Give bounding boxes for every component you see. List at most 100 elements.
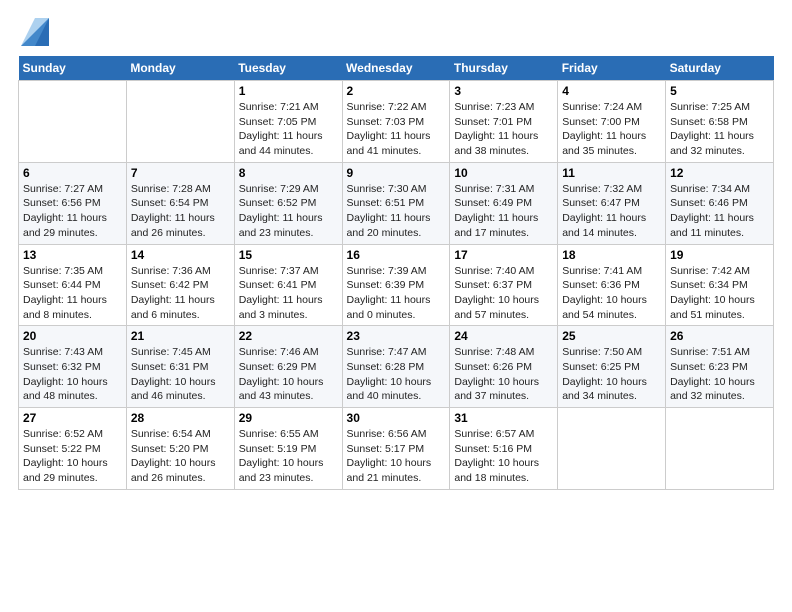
- cell-info: Sunrise: 7:22 AMSunset: 7:03 PMDaylight:…: [347, 100, 446, 159]
- cell-day-number: 25: [562, 329, 661, 343]
- calendar-cell: 8 Sunrise: 7:29 AMSunset: 6:52 PMDaylight…: [234, 162, 342, 244]
- cell-day-number: 26: [670, 329, 769, 343]
- weekday-header-thursday: Thursday: [450, 56, 558, 81]
- cell-day-number: 12: [670, 166, 769, 180]
- calendar-cell: 9 Sunrise: 7:30 AMSunset: 6:51 PMDaylight…: [342, 162, 450, 244]
- cell-info: Sunrise: 6:52 AMSunset: 5:22 PMDaylight:…: [23, 427, 122, 486]
- weekday-header-monday: Monday: [126, 56, 234, 81]
- cell-info: Sunrise: 7:35 AMSunset: 6:44 PMDaylight:…: [23, 264, 122, 323]
- cell-day-number: 16: [347, 248, 446, 262]
- cell-day-number: 20: [23, 329, 122, 343]
- cell-day-number: 31: [454, 411, 553, 425]
- cell-info: Sunrise: 7:45 AMSunset: 6:31 PMDaylight:…: [131, 345, 230, 404]
- cell-day-number: 24: [454, 329, 553, 343]
- calendar-cell: 31 Sunrise: 6:57 AMSunset: 5:16 PMDayligh…: [450, 408, 558, 490]
- cell-info: Sunrise: 7:46 AMSunset: 6:29 PMDaylight:…: [239, 345, 338, 404]
- calendar-cell: 4 Sunrise: 7:24 AMSunset: 7:00 PMDaylight…: [558, 81, 666, 163]
- cell-info: Sunrise: 7:29 AMSunset: 6:52 PMDaylight:…: [239, 182, 338, 241]
- cell-info: Sunrise: 7:39 AMSunset: 6:39 PMDaylight:…: [347, 264, 446, 323]
- weekday-header-row: SundayMondayTuesdayWednesdayThursdayFrid…: [19, 56, 774, 81]
- cell-info: Sunrise: 7:36 AMSunset: 6:42 PMDaylight:…: [131, 264, 230, 323]
- logo-icon: [21, 18, 49, 46]
- cell-day-number: 22: [239, 329, 338, 343]
- calendar-cell: 12Sunrise: 7:34 AMSunset: 6:46 PMDayligh…: [666, 162, 774, 244]
- week-row-5: 27 Sunrise: 6:52 AMSunset: 5:22 PMDayligh…: [19, 408, 774, 490]
- cell-day-number: 19: [670, 248, 769, 262]
- cell-info: Sunrise: 7:25 AMSunset: 6:58 PMDaylight:…: [670, 100, 769, 159]
- week-row-1: 1 Sunrise: 7:21 AMSunset: 7:05 PMDaylight…: [19, 81, 774, 163]
- cell-info: Sunrise: 7:21 AMSunset: 7:05 PMDaylight:…: [239, 100, 338, 159]
- page: SundayMondayTuesdayWednesdayThursdayFrid…: [0, 0, 792, 612]
- cell-info: Sunrise: 7:43 AMSunset: 6:32 PMDaylight:…: [23, 345, 122, 404]
- calendar-cell: 1 Sunrise: 7:21 AMSunset: 7:05 PMDaylight…: [234, 81, 342, 163]
- cell-day-number: 11: [562, 166, 661, 180]
- header: [18, 18, 774, 46]
- cell-info: Sunrise: 7:42 AMSunset: 6:34 PMDaylight:…: [670, 264, 769, 323]
- weekday-header-saturday: Saturday: [666, 56, 774, 81]
- cell-day-number: 8: [239, 166, 338, 180]
- calendar-cell: 30Sunrise: 6:56 AMSunset: 5:17 PMDayligh…: [342, 408, 450, 490]
- week-row-4: 20 Sunrise: 7:43 AMSunset: 6:32 PMDayligh…: [19, 326, 774, 408]
- cell-day-number: 18: [562, 248, 661, 262]
- cell-info: Sunrise: 7:32 AMSunset: 6:47 PMDaylight:…: [562, 182, 661, 241]
- cell-day-number: 23: [347, 329, 446, 343]
- cell-info: Sunrise: 7:30 AMSunset: 6:51 PMDaylight:…: [347, 182, 446, 241]
- calendar-cell: 10 Sunrise: 7:31 AMSunset: 6:49 PMDayligh…: [450, 162, 558, 244]
- calendar-cell: [19, 81, 127, 163]
- calendar-cell: 6Sunrise: 7:27 AMSunset: 6:56 PMDaylight…: [19, 162, 127, 244]
- cell-day-number: 5: [670, 84, 769, 98]
- cell-info: Sunrise: 7:41 AMSunset: 6:36 PMDaylight:…: [562, 264, 661, 323]
- cell-day-number: 7: [131, 166, 230, 180]
- calendar-cell: 15 Sunrise: 7:37 AMSunset: 6:41 PMDayligh…: [234, 244, 342, 326]
- calendar-cell: 29 Sunrise: 6:55 AMSunset: 5:19 PMDayligh…: [234, 408, 342, 490]
- calendar-cell: 11 Sunrise: 7:32 AMSunset: 6:47 PMDayligh…: [558, 162, 666, 244]
- calendar-cell: 17 Sunrise: 7:40 AMSunset: 6:37 PMDayligh…: [450, 244, 558, 326]
- calendar-cell: 22 Sunrise: 7:46 AMSunset: 6:29 PMDayligh…: [234, 326, 342, 408]
- cell-info: Sunrise: 7:27 AMSunset: 6:56 PMDaylight:…: [23, 182, 122, 241]
- calendar-cell: 2 Sunrise: 7:22 AMSunset: 7:03 PMDaylight…: [342, 81, 450, 163]
- cell-info: Sunrise: 6:57 AMSunset: 5:16 PMDaylight:…: [454, 427, 553, 486]
- calendar-cell: 7 Sunrise: 7:28 AMSunset: 6:54 PMDaylight…: [126, 162, 234, 244]
- calendar-cell: 18 Sunrise: 7:41 AMSunset: 6:36 PMDayligh…: [558, 244, 666, 326]
- cell-day-number: 1: [239, 84, 338, 98]
- weekday-header-wednesday: Wednesday: [342, 56, 450, 81]
- calendar-cell: 13 Sunrise: 7:35 AMSunset: 6:44 PMDayligh…: [19, 244, 127, 326]
- cell-info: Sunrise: 6:54 AMSunset: 5:20 PMDaylight:…: [131, 427, 230, 486]
- cell-day-number: 9: [347, 166, 446, 180]
- calendar-table: SundayMondayTuesdayWednesdayThursdayFrid…: [18, 56, 774, 490]
- cell-info: Sunrise: 6:55 AMSunset: 5:19 PMDaylight:…: [239, 427, 338, 486]
- cell-day-number: 15: [239, 248, 338, 262]
- calendar-cell: 3 Sunrise: 7:23 AMSunset: 7:01 PMDaylight…: [450, 81, 558, 163]
- cell-day-number: 13: [23, 248, 122, 262]
- weekday-header-friday: Friday: [558, 56, 666, 81]
- calendar-cell: 16 Sunrise: 7:39 AMSunset: 6:39 PMDayligh…: [342, 244, 450, 326]
- calendar-cell: [126, 81, 234, 163]
- calendar-cell: 5 Sunrise: 7:25 AMSunset: 6:58 PMDaylight…: [666, 81, 774, 163]
- cell-day-number: 3: [454, 84, 553, 98]
- cell-info: Sunrise: 7:40 AMSunset: 6:37 PMDaylight:…: [454, 264, 553, 323]
- cell-day-number: 2: [347, 84, 446, 98]
- cell-day-number: 4: [562, 84, 661, 98]
- cell-day-number: 27: [23, 411, 122, 425]
- cell-info: Sunrise: 7:28 AMSunset: 6:54 PMDaylight:…: [131, 182, 230, 241]
- weekday-header-sunday: Sunday: [19, 56, 127, 81]
- week-row-3: 13 Sunrise: 7:35 AMSunset: 6:44 PMDayligh…: [19, 244, 774, 326]
- cell-info: Sunrise: 7:24 AMSunset: 7:00 PMDaylight:…: [562, 100, 661, 159]
- cell-day-number: 10: [454, 166, 553, 180]
- cell-info: Sunrise: 7:37 AMSunset: 6:41 PMDaylight:…: [239, 264, 338, 323]
- calendar-cell: [666, 408, 774, 490]
- cell-info: Sunrise: 7:23 AMSunset: 7:01 PMDaylight:…: [454, 100, 553, 159]
- cell-info: Sunrise: 7:47 AMSunset: 6:28 PMDaylight:…: [347, 345, 446, 404]
- calendar-cell: [558, 408, 666, 490]
- calendar-cell: 14 Sunrise: 7:36 AMSunset: 6:42 PMDayligh…: [126, 244, 234, 326]
- cell-day-number: 28: [131, 411, 230, 425]
- cell-day-number: 14: [131, 248, 230, 262]
- cell-info: Sunrise: 6:56 AMSunset: 5:17 PMDaylight:…: [347, 427, 446, 486]
- cell-day-number: 17: [454, 248, 553, 262]
- cell-info: Sunrise: 7:31 AMSunset: 6:49 PMDaylight:…: [454, 182, 553, 241]
- calendar-cell: 27 Sunrise: 6:52 AMSunset: 5:22 PMDayligh…: [19, 408, 127, 490]
- cell-day-number: 29: [239, 411, 338, 425]
- calendar-cell: 26Sunrise: 7:51 AMSunset: 6:23 PMDayligh…: [666, 326, 774, 408]
- logo: [18, 18, 49, 46]
- cell-day-number: 21: [131, 329, 230, 343]
